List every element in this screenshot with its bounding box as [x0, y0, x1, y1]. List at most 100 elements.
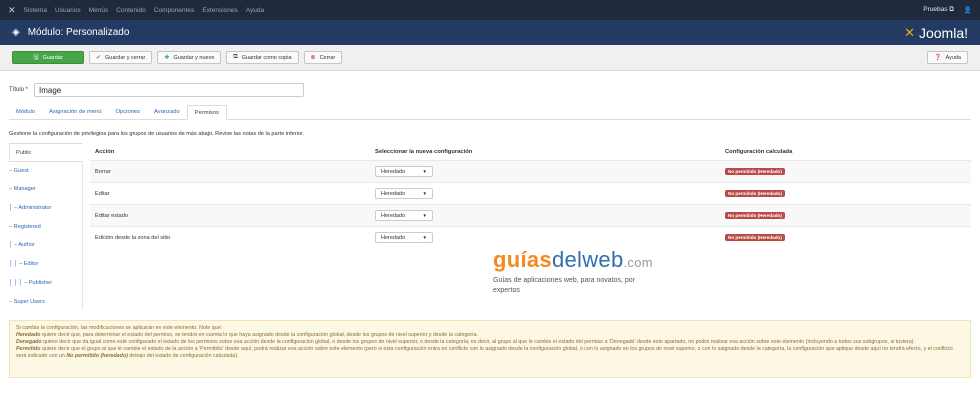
notice-term: Permitido [16, 346, 41, 352]
save-button-label: Guardar [42, 54, 63, 61]
setting-select[interactable]: Heredado ▼ [375, 188, 433, 199]
tab-modulo[interactable]: Módulo [9, 105, 42, 119]
tab-bar: Módulo Asignación de menú Opciones Avanz… [9, 105, 971, 120]
setting-value: Heredado [381, 190, 406, 197]
brand-part-b: delweb [551, 247, 624, 272]
site-link[interactable]: Pruebas ⧉ [923, 6, 954, 14]
page-title: Módulo: Personalizado [27, 27, 130, 38]
title-label: Título * [9, 87, 29, 93]
watermark-tagline-2: expertos [493, 287, 520, 294]
save-button[interactable]: 🖫 Guardar [12, 51, 84, 64]
setting-value: Heredado [381, 212, 406, 219]
action-name: Editar [95, 190, 110, 197]
save-copy-button[interactable]: ⧉ Guardar como copia [226, 51, 299, 64]
setting-value: Heredado [381, 234, 406, 241]
menu-item-usuarios[interactable]: Usuarios [55, 7, 81, 14]
tab-asignacion-menu[interactable]: Asignación de menú [42, 105, 109, 119]
title-field-row: Título * [9, 83, 305, 97]
column-new-setting: Seleccionar la nueva configuración [375, 148, 473, 155]
menu-item-componentes[interactable]: Componentes [154, 7, 194, 14]
user-icon[interactable]: 👤 [964, 6, 972, 14]
notice-term: No permitido (heredado) [66, 353, 128, 359]
table-row: Edición desde la zona del sitio Heredado… [90, 226, 971, 248]
group-manager[interactable]: – Manager [9, 180, 82, 199]
save-copy-label: Guardar como copia [241, 54, 292, 61]
group-super-users[interactable]: – Super Users [9, 293, 82, 312]
notice-term: Denegado [16, 339, 42, 345]
close-label: Cerrar [319, 54, 336, 61]
caret-down-icon: ▼ [422, 213, 427, 218]
menu-item-menus[interactable]: Menús [89, 7, 109, 14]
joomla-logo-icon: ✕ [904, 24, 915, 40]
calculated-badge: No permitido (Heredado) [725, 212, 785, 219]
group-public[interactable]: Public [9, 143, 83, 162]
action-name: Editar estado [95, 212, 128, 219]
notice-text: quiere decir que, para determinar el est… [40, 332, 479, 338]
save-new-label: Guardar y nuevo [173, 54, 215, 61]
close-button[interactable]: ⊗ Cerrar [303, 51, 343, 64]
notice-text: debajo del estado de configuración calcu… [127, 353, 239, 359]
copy-icon: ⧉ [233, 54, 238, 60]
toolbar: 🖫 Guardar ✔ Guardar y cerrar ✚ Guardar y… [0, 45, 980, 71]
title-input[interactable] [34, 83, 305, 97]
joomla-logo-text: Joomla! [918, 24, 968, 41]
group-registered[interactable]: – Registered [9, 218, 82, 237]
check-icon: ✔ [96, 55, 102, 61]
table-body: Borrar Heredado ▼ No permitido (Heredado)… [90, 160, 971, 248]
save-close-label: Guardar y cerrar [105, 54, 146, 61]
joomla-logo: ✕ Joomla! [904, 25, 968, 41]
user-groups-list: Public – Guest – Manager │ – Administrat… [9, 143, 83, 310]
calculated-badge: No permitido (Heredado) [725, 168, 785, 175]
save-close-button[interactable]: ✔ Guardar y cerrar [89, 51, 153, 64]
joomla-menu-icon[interactable]: ✕ [8, 5, 16, 16]
permissions-notice: Si cambia la configuración, las modifica… [9, 320, 971, 378]
caret-down-icon: ▼ [422, 235, 427, 240]
cube-icon: ◈ [12, 27, 20, 38]
table-row: Editar Heredado ▼ No permitido (Heredado) [90, 182, 971, 204]
setting-select[interactable]: Heredado ▼ [375, 166, 433, 177]
action-name: Edición desde la zona del sitio [95, 234, 171, 241]
permissions-intro: Gestione la configuración de privilegios… [9, 131, 305, 137]
table-row: Editar estado Heredado ▼ No permitido (He… [90, 204, 971, 226]
table-header: Acción Seleccionar la nueva configuració… [90, 143, 971, 160]
notice-text: quiere decir que da igual como esté conf… [41, 339, 915, 345]
brand-part-a: guías [493, 247, 552, 272]
group-editor[interactable]: │ │ – Editor [9, 255, 82, 274]
watermark-brand: guíasdelweb.com [493, 248, 693, 275]
caret-down-icon: ▼ [422, 169, 427, 174]
tab-avanzado[interactable]: Avanzado [147, 105, 187, 119]
save-icon: 🖫 [33, 54, 39, 61]
close-icon: ⊗ [310, 55, 316, 61]
setting-select[interactable]: Heredado ▼ [375, 232, 433, 243]
group-publisher[interactable]: │ │ │ – Publisher [9, 274, 82, 293]
notice-line-1: Si cambia la configuración, las modifica… [16, 325, 223, 331]
topbar-right: Pruebas ⧉ 👤 [923, 6, 972, 14]
help-button[interactable]: ❓ Ayuda [927, 51, 968, 64]
save-new-button[interactable]: ✚ Guardar y nuevo [157, 51, 222, 64]
column-action: Acción [95, 148, 115, 155]
setting-value: Heredado [381, 168, 406, 175]
watermark-tagline-1: Guías de aplicaciones web, para novatos,… [493, 277, 636, 284]
group-author[interactable]: │ – Author [9, 236, 82, 255]
tab-permisos[interactable]: Permisos [186, 105, 227, 120]
group-guest[interactable]: – Guest [9, 162, 82, 181]
group-administrator[interactable]: │ – Administrator [9, 199, 82, 218]
question-icon: ❓ [934, 55, 942, 61]
help-label: Ayuda [945, 54, 962, 61]
menu-item-extensiones[interactable]: Extensiones [202, 7, 237, 14]
brand-part-c: .com [623, 255, 653, 270]
notice-denegado: Denegado quiere decir que da igual como … [16, 339, 964, 346]
column-calculated: Configuración calculada [725, 148, 793, 155]
menu-item-contenido[interactable]: Contenido [116, 7, 146, 14]
admin-menu: Sistema Usuarios Menús Contenido Compone… [24, 7, 265, 14]
action-name: Borrar [95, 168, 111, 175]
tab-opciones[interactable]: Opciones [109, 105, 148, 119]
page-header: ◈ Módulo: Personalizado ✕ Joomla! [0, 20, 980, 45]
caret-down-icon: ▼ [422, 191, 427, 196]
menu-item-sistema[interactable]: Sistema [24, 7, 47, 14]
menu-item-ayuda[interactable]: Ayuda [246, 7, 264, 14]
calculated-badge: No permitido (Heredado) [725, 190, 785, 197]
calculated-badge: No permitido (Heredado) [725, 234, 785, 241]
setting-select[interactable]: Heredado ▼ [375, 210, 433, 221]
table-row: Borrar Heredado ▼ No permitido (Heredado) [90, 160, 971, 182]
